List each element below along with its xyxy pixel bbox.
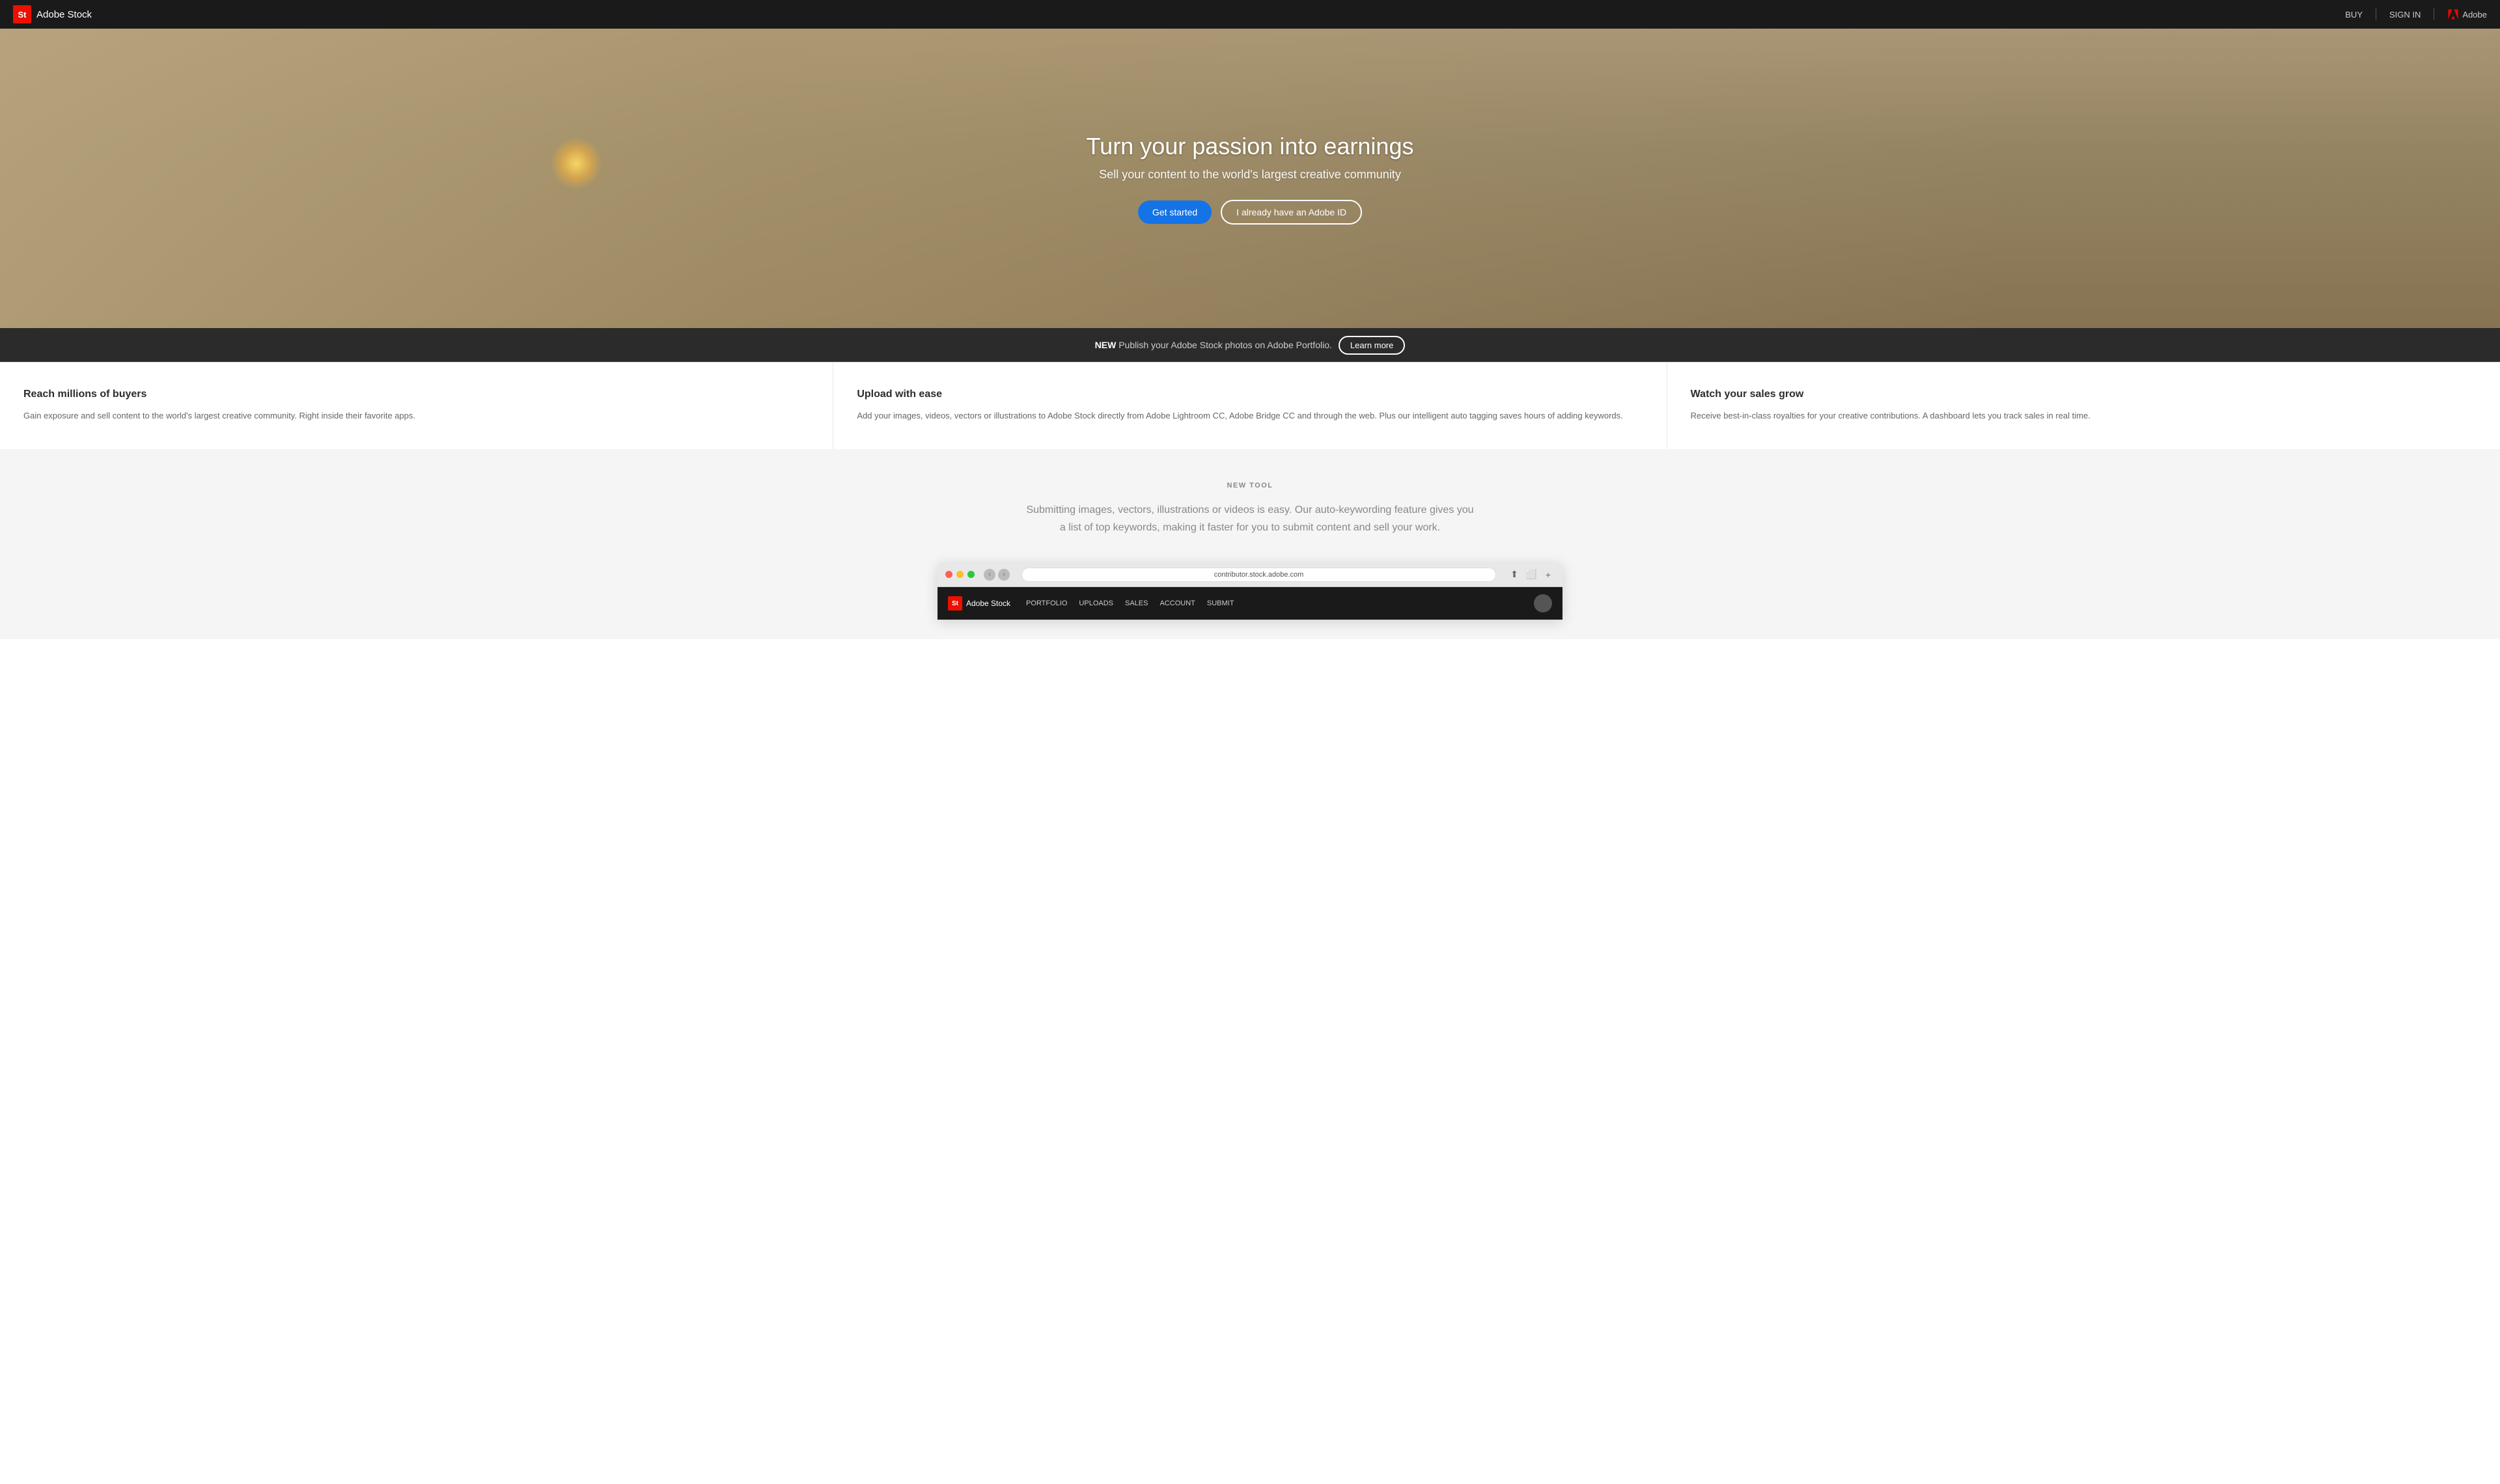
browser-adobe-stock-icon: St <box>948 596 962 611</box>
adobe-id-button[interactable]: I already have an Adobe ID <box>1221 200 1362 225</box>
notification-text: NEW Publish your Adobe Stock photos on A… <box>1095 340 1332 350</box>
feature-col-3: Watch your sales grow Receive best-in-cl… <box>1667 363 2500 449</box>
adobe-label: Adobe <box>2462 10 2487 20</box>
brand-name: Adobe Stock <box>36 9 92 20</box>
browser-chrome: ‹ › contributor.stock.adobe.com ⬆ ⬜ + <box>938 562 1562 587</box>
new-tool-section: NEW TOOL Submitting images, vectors, ill… <box>0 449 2500 639</box>
feature-title-3: Watch your sales grow <box>1691 389 2477 400</box>
browser-back-button[interactable]: ‹ <box>984 569 995 581</box>
browser-mockup: ‹ › contributor.stock.adobe.com ⬆ ⬜ + St… <box>938 562 1562 620</box>
buy-link[interactable]: BUY <box>2345 10 2363 20</box>
signin-link[interactable]: SIGN IN <box>2389 10 2421 20</box>
feature-desc-1: Gain exposure and sell content to the wo… <box>23 409 809 423</box>
browser-new-tab-button[interactable]: + <box>1542 568 1555 581</box>
browser-nav-uploads[interactable]: UPLOADS <box>1079 599 1113 607</box>
hero-buttons: Get started I already have an Adobe ID <box>1087 200 1414 225</box>
browser-brand-text: Adobe Stock <box>966 599 1010 608</box>
brand-logo[interactable]: St Adobe Stock <box>13 5 92 23</box>
feature-desc-2: Add your images, videos, vectors or illu… <box>857 409 1643 423</box>
adobe-stock-icon: St <box>13 5 31 23</box>
hero-subtitle: Sell your content to the world's largest… <box>1087 168 1414 182</box>
browser-user-avatar <box>1534 594 1552 612</box>
browser-nav-links: PORTFOLIO UPLOADS SALES ACCOUNT SUBMIT <box>1026 599 1234 607</box>
browser-forward-button[interactable]: › <box>998 569 1010 581</box>
learn-more-button[interactable]: Learn more <box>1339 336 1405 355</box>
notification-banner: NEW Publish your Adobe Stock photos on A… <box>0 328 2500 362</box>
hero-title: Turn your passion into earnings <box>1087 133 1414 160</box>
browser-right <box>1534 594 1552 612</box>
feature-desc-3: Receive best-in-class royalties for your… <box>1691 409 2477 423</box>
browser-url-bar[interactable]: contributor.stock.adobe.com <box>1021 568 1496 582</box>
feature-title-2: Upload with ease <box>857 389 1643 400</box>
browser-nav-submit[interactable]: SUBMIT <box>1207 599 1234 607</box>
browser-nav-buttons: ‹ › <box>984 569 1010 581</box>
new-badge: NEW <box>1095 340 1117 350</box>
get-started-button[interactable]: Get started <box>1138 200 1212 224</box>
feature-col-2: Upload with ease Add your images, videos… <box>833 363 1667 449</box>
feature-col-1: Reach millions of buyers Gain exposure a… <box>0 363 833 449</box>
feature-title-1: Reach millions of buyers <box>23 389 809 400</box>
browser-nav-sales[interactable]: SALES <box>1125 599 1148 607</box>
features-section: Reach millions of buyers Gain exposure a… <box>0 362 2500 449</box>
navbar-right: BUY SIGN IN Adobe <box>2345 8 2487 20</box>
browser-bookmark-button[interactable]: ⬜ <box>1525 568 1538 581</box>
adobe-nav-item[interactable]: Adobe <box>2447 8 2487 20</box>
browser-share-button[interactable]: ⬆ <box>1508 568 1521 581</box>
browser-nav-portfolio[interactable]: PORTFOLIO <box>1026 599 1067 607</box>
new-tool-description: Submitting images, vectors, illustration… <box>1022 501 1478 536</box>
browser-dot-red[interactable] <box>945 571 952 578</box>
navbar: St Adobe Stock BUY SIGN IN Adobe <box>0 0 2500 29</box>
browser-actions: ⬆ ⬜ + <box>1508 568 1555 581</box>
browser-nav-account[interactable]: ACCOUNT <box>1160 599 1195 607</box>
browser-body: St Adobe Stock PORTFOLIO UPLOADS SALES A… <box>938 587 1562 620</box>
browser-dot-yellow[interactable] <box>956 571 964 578</box>
adobe-logo-icon <box>2447 8 2459 20</box>
browser-dot-green[interactable] <box>967 571 975 578</box>
hero-section: Turn your passion into earnings Sell you… <box>0 29 2500 328</box>
browser-brand: St Adobe Stock <box>948 596 1010 611</box>
browser-url-text: contributor.stock.adobe.com <box>1214 571 1304 579</box>
hero-sun-glow <box>550 137 602 189</box>
new-tool-label: NEW TOOL <box>13 482 2487 489</box>
hero-content: Turn your passion into earnings Sell you… <box>1087 133 1414 225</box>
notification-message: Publish your Adobe Stock photos on Adobe… <box>1118 340 1332 350</box>
